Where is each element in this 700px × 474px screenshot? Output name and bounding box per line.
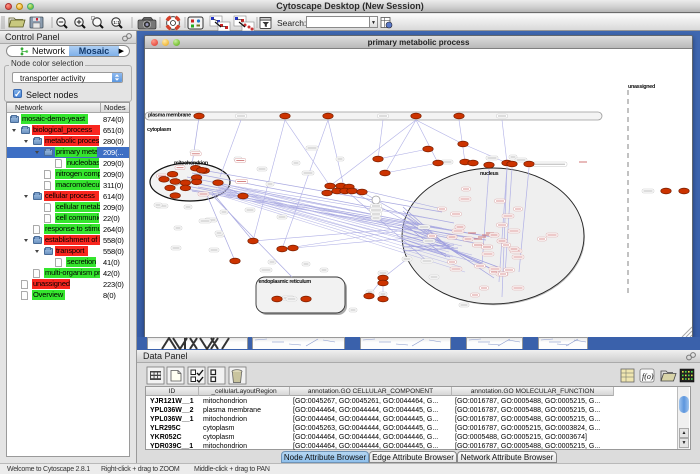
svg-text:plasma membrane: plasma membrane [148,113,191,119]
svg-text:1:1: 1:1 [113,20,120,25]
svg-text:unassigned: unassigned [628,84,655,90]
svg-text:f(o): f(o) [642,372,654,381]
svg-text:nucleus: nucleus [480,171,499,177]
svg-text:endoplasmic reticulum: endoplasmic reticulum [259,279,312,285]
svg-text:mitochondrion: mitochondrion [174,161,208,167]
svg-text:cytoplasm: cytoplasm [147,127,171,133]
